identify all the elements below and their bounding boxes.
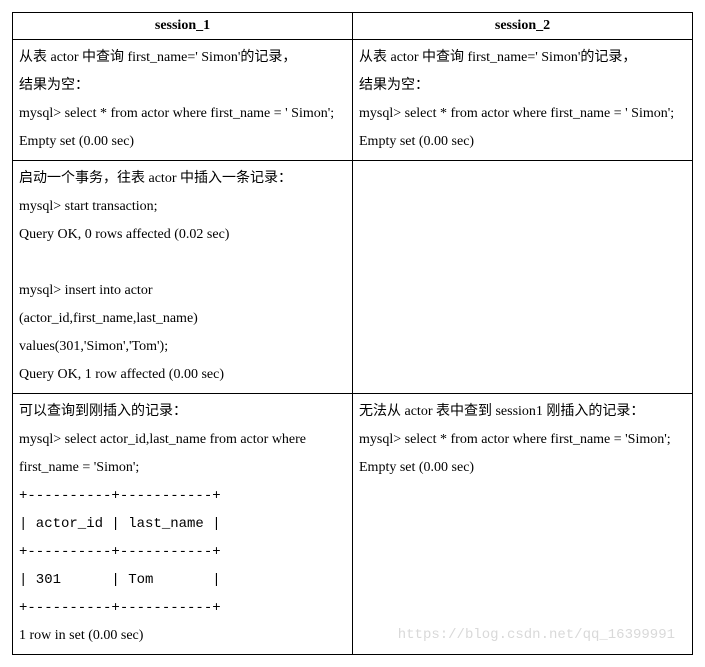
row1-left-line1: 从表 actor 中查询 first_name=' Simon'的记录， (19, 50, 296, 65)
row3-left-line5: +----------+-----------+ (19, 544, 221, 560)
row3-left-line7: +----------+-----------+ (19, 600, 221, 616)
row1-left-line4: Empty set (0.00 sec) (19, 134, 134, 149)
row3-right-line2: mysql> select * from actor where first_n… (359, 432, 671, 447)
row3-right-line1: 无法从 actor 表中查到 session1 刚插入的记录： (359, 404, 644, 419)
row2-left-line1: 启动一个事务，往表 actor 中插入一条记录： (19, 171, 292, 186)
cell-session2-row1: 从表 actor 中查询 first_name=' Simon'的记录， 结果为… (353, 40, 693, 161)
cell-session1-row1: 从表 actor 中查询 first_name=' Simon'的记录， 结果为… (13, 40, 353, 161)
cell-session1-row2: 启动一个事务，往表 actor 中插入一条记录： mysql> start tr… (13, 161, 353, 394)
row3-left-line3: +----------+-----------+ (19, 488, 221, 504)
row1-right-line1: 从表 actor 中查询 first_name=' Simon'的记录， (359, 50, 636, 65)
row3-right-line3: Empty set (0.00 sec) (359, 460, 474, 475)
table-row: 从表 actor 中查询 first_name=' Simon'的记录， 结果为… (13, 40, 693, 161)
row3-left-line6: | 301 | Tom | (19, 572, 221, 588)
row2-left-line5: (actor_id,first_name,last_name) (19, 311, 198, 326)
row3-left-line2: mysql> select actor_id,last_name from ac… (19, 432, 306, 475)
session-comparison-table: session_1 session_2 从表 actor 中查询 first_n… (12, 12, 693, 655)
table-row: 启动一个事务，往表 actor 中插入一条记录： mysql> start tr… (13, 161, 693, 394)
row3-left-line8: 1 row in set (0.00 sec) (19, 628, 143, 643)
cell-session2-row2 (353, 161, 693, 394)
row2-left-line3: Query OK, 0 rows affected (0.02 sec) (19, 227, 229, 242)
row1-right-line2: 结果为空： (359, 78, 429, 93)
header-session-1: session_1 (13, 13, 353, 40)
row2-left-line4: mysql> insert into actor (19, 283, 153, 298)
cell-session2-row3: 无法从 actor 表中查到 session1 刚插入的记录： mysql> s… (353, 394, 693, 655)
header-session-2: session_2 (353, 13, 693, 40)
row2-left-line2: mysql> start transaction; (19, 199, 158, 214)
row2-left-line6: values(301,'Simon','Tom'); (19, 339, 168, 354)
row1-right-line4: Empty set (0.00 sec) (359, 134, 474, 149)
row1-right-line3: mysql> select * from actor where first_n… (359, 106, 674, 121)
table-row: 可以查询到刚插入的记录： mysql> select actor_id,last… (13, 394, 693, 655)
table-header-row: session_1 session_2 (13, 13, 693, 40)
row3-left-line1: 可以查询到刚插入的记录： (19, 404, 187, 419)
cell-session1-row3: 可以查询到刚插入的记录： mysql> select actor_id,last… (13, 394, 353, 655)
row1-left-line3: mysql> select * from actor where first_n… (19, 106, 334, 121)
row1-left-line2: 结果为空： (19, 78, 89, 93)
row3-left-line4: | actor_id | last_name | (19, 516, 221, 532)
row2-left-line7: Query OK, 1 row affected (0.00 sec) (19, 367, 224, 382)
